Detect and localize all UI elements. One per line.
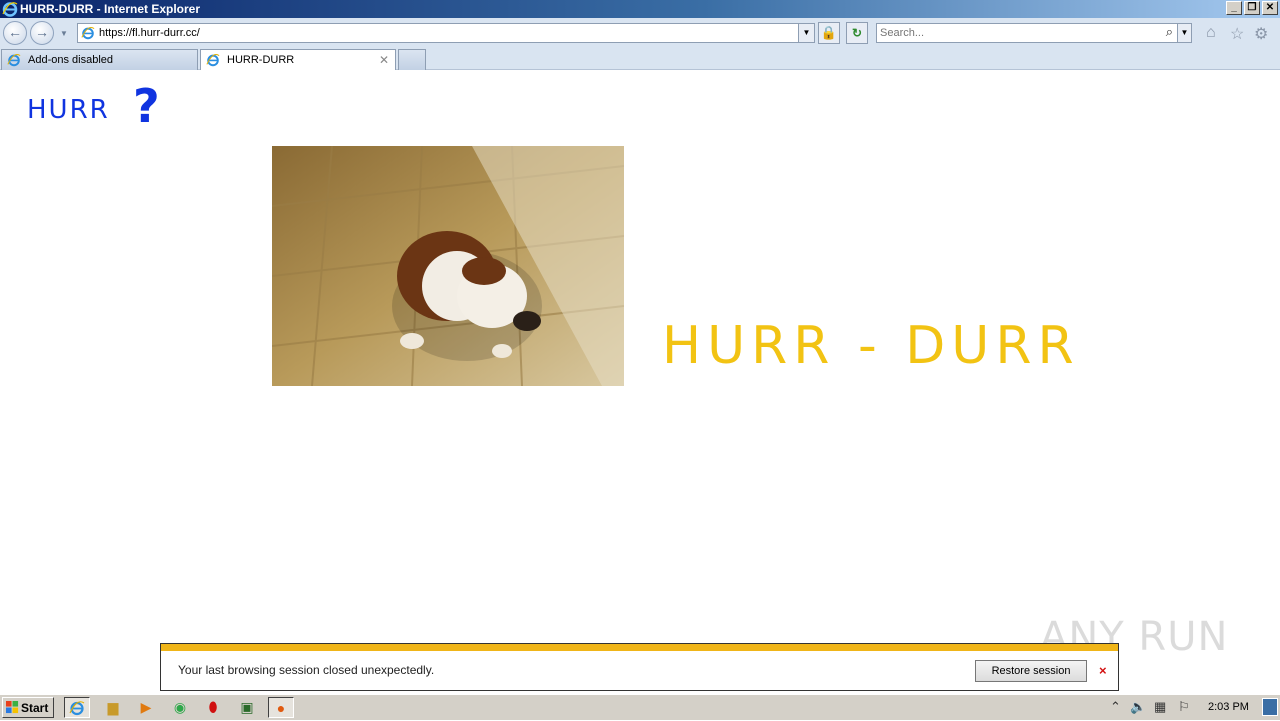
tab-ie-icon xyxy=(206,54,220,67)
taskbar-folder-icon[interactable]: ▆ xyxy=(100,697,126,718)
taskbar: Start ▆ ▶ ◉ ⬮ ▣ ● ⌃ 🔈 ▦ ⚐ 2:03 PM xyxy=(0,694,1280,720)
start-button[interactable]: Start xyxy=(2,697,54,718)
home-icon[interactable]: ⌂ xyxy=(1206,24,1216,42)
back-button[interactable]: ← xyxy=(3,21,27,45)
session-restore-notification: Your last browsing session closed unexpe… xyxy=(160,643,1119,691)
search-icon[interactable]: ⌕ xyxy=(1166,24,1173,40)
close-window-button[interactable]: ✕ xyxy=(1262,1,1278,15)
tab-bar: Add-ons disabled HURR-DURR ✕ xyxy=(0,48,1280,70)
forward-button[interactable]: → xyxy=(30,21,54,45)
favorites-star-icon[interactable]: ☆ xyxy=(1230,24,1244,44)
refresh-button[interactable]: ↻ xyxy=(846,22,868,44)
minimize-button[interactable]: _ xyxy=(1226,1,1242,15)
history-dropdown-icon[interactable]: ▼ xyxy=(60,29,68,38)
page-content: HURR ? HURR - DURR xyxy=(0,71,1280,641)
headline-text: HURR - DURR xyxy=(662,316,1080,376)
search-box[interactable]: ⌕ ▼ xyxy=(876,23,1192,43)
start-label: Start xyxy=(21,701,49,715)
bulldog-photo xyxy=(272,146,624,386)
notification-stripe xyxy=(161,644,1118,651)
internet-explorer-icon xyxy=(2,2,18,17)
title-bar: HURR-DURR - Internet Explorer _ ❐ ✕ xyxy=(0,0,1280,18)
taskbar-firefox-icon[interactable]: ● xyxy=(268,697,294,718)
window-title: HURR-DURR - Internet Explorer xyxy=(20,2,201,16)
search-input[interactable] xyxy=(880,26,1150,40)
navigation-bar: ← → ▼ https://fl.hurr-durr.cc/ ▼ 🔒 ↻ ⌕ ▼… xyxy=(0,18,1280,48)
taskbar-terminal-icon[interactable]: ▣ xyxy=(234,697,260,718)
restore-button[interactable]: ❐ xyxy=(1244,1,1260,15)
taskbar-opera-icon[interactable]: ⬮ xyxy=(200,697,226,718)
notification-message: Your last browsing session closed unexpe… xyxy=(178,663,435,677)
clock[interactable]: 2:03 PM xyxy=(1208,701,1249,713)
window-controls: _ ❐ ✕ xyxy=(1226,1,1278,15)
close-notification-icon[interactable]: × xyxy=(1099,663,1107,678)
tab-ie-icon xyxy=(7,54,21,67)
address-bar[interactable]: https://fl.hurr-durr.cc/ ▼ xyxy=(77,23,815,43)
volume-icon[interactable]: 🔈 xyxy=(1130,699,1146,715)
address-url[interactable]: https://fl.hurr-durr.cc/ xyxy=(99,27,200,39)
tab-hurr-durr[interactable]: HURR-DURR ✕ xyxy=(200,49,396,70)
system-tray: ⌃ 🔈 ▦ ⚐ 2:03 PM xyxy=(1100,697,1280,718)
page-ie-icon xyxy=(81,27,95,40)
windows-flag-icon xyxy=(6,701,19,714)
show-desktop-button[interactable] xyxy=(1262,698,1278,716)
tab-label: Add-ons disabled xyxy=(28,54,114,66)
address-dropdown-icon[interactable]: ▼ xyxy=(798,24,814,42)
security-lock-icon[interactable]: 🔒 xyxy=(818,22,840,44)
tab-addons-disabled[interactable]: Add-ons disabled xyxy=(1,49,198,70)
action-center-flag-icon[interactable]: ⚐ xyxy=(1178,699,1190,715)
network-icon[interactable]: ▦ xyxy=(1154,699,1166,715)
new-tab-button[interactable] xyxy=(398,49,426,70)
taskbar-media-player-icon[interactable]: ▶ xyxy=(133,697,159,718)
search-dropdown-icon[interactable]: ▼ xyxy=(1177,24,1191,42)
tray-expand-icon[interactable]: ⌃ xyxy=(1110,699,1121,715)
restore-session-button[interactable]: Restore session xyxy=(975,660,1087,682)
site-logo-text[interactable]: HURR xyxy=(27,95,110,125)
taskbar-chrome-icon[interactable]: ◉ xyxy=(167,697,193,718)
tools-gear-icon[interactable]: ⚙ xyxy=(1254,24,1268,44)
close-tab-icon[interactable]: ✕ xyxy=(379,53,389,67)
tab-label: HURR-DURR xyxy=(227,54,295,66)
site-logo-question-mark[interactable]: ? xyxy=(133,79,160,133)
taskbar-ie-icon[interactable] xyxy=(64,697,90,718)
